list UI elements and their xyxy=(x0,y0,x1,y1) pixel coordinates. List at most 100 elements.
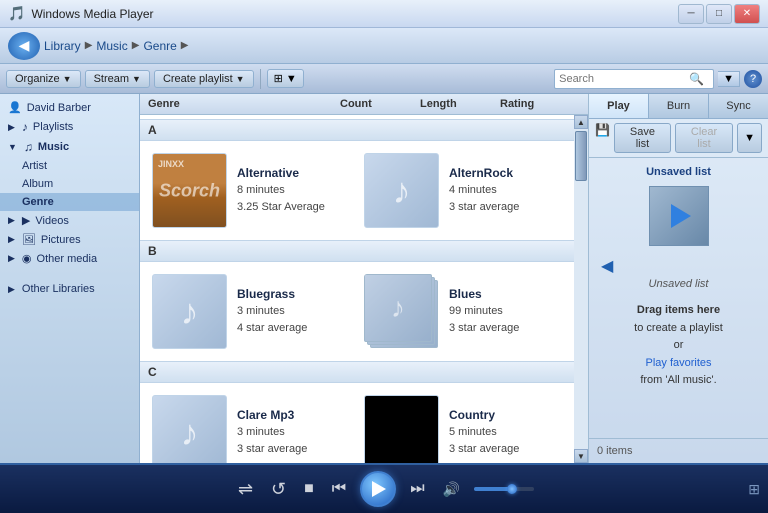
genre-duration-alternrock: 4 minutes xyxy=(449,182,556,199)
sidebar-item-artist[interactable]: Artist xyxy=(0,157,139,175)
section-A-grid: Scorch Alternative 8 minutes 3.25 Star A… xyxy=(140,141,574,240)
unsaved-list-section: Unsaved list ◀ Unsaved list Drag items h… xyxy=(589,158,768,438)
genre-item-blues[interactable]: ♪ Blues 99 minutes 3 star average xyxy=(360,270,560,353)
sidebar-item-other-media[interactable]: ▶ ◉ Other media xyxy=(0,249,139,268)
genre-item-claremp3[interactable]: ♪ Clare Mp3 3 minutes 3 star average xyxy=(148,391,348,463)
col-length: Length xyxy=(420,98,500,110)
shuffle-button[interactable]: ⇌ xyxy=(234,475,257,504)
grid-view-button[interactable]: ⊞ xyxy=(748,481,760,498)
genre-thumb-alternative: Scorch xyxy=(152,153,227,228)
sidebar-item-other-libraries[interactable]: ▶ Other Libraries xyxy=(0,280,139,298)
view-options-button[interactable]: ⊞ ▼ xyxy=(267,69,304,88)
music-expand-icon: ▼ xyxy=(8,142,17,152)
app-title: Windows Media Player xyxy=(31,7,678,21)
videos-label: Videos xyxy=(35,215,68,227)
play-button[interactable] xyxy=(360,471,396,507)
next-button[interactable]: ⏭ xyxy=(406,476,428,502)
scroll-down-arrow[interactable]: ▼ xyxy=(574,449,588,463)
genre-name-blues: Blues xyxy=(449,287,556,301)
sidebar-username: David Barber xyxy=(27,102,91,114)
genre-item-bluegrass[interactable]: ♪ Bluegrass 3 minutes 4 star average xyxy=(148,270,348,353)
content-header: Genre Count Length Rating xyxy=(140,94,588,115)
music-label: Music xyxy=(38,141,69,153)
organize-dropdown-icon: ▼ xyxy=(63,74,72,84)
close-button[interactable]: ✕ xyxy=(734,4,760,24)
panel-tabs: Play Burn Sync xyxy=(589,94,768,119)
volume-slider[interactable] xyxy=(474,487,534,491)
create-playlist-dropdown-icon: ▼ xyxy=(236,74,245,84)
genre-label: Genre xyxy=(22,196,54,208)
genre-name-alternrock: AlternRock xyxy=(449,166,556,180)
breadcrumb-arrow-1: ▶ xyxy=(85,40,93,51)
search-input[interactable] xyxy=(559,73,689,85)
section-A-label: A xyxy=(148,123,157,137)
genre-info-bluegrass: Bluegrass 3 minutes 4 star average xyxy=(237,287,344,336)
help-button[interactable]: ? xyxy=(744,70,762,88)
tab-play[interactable]: Play xyxy=(589,94,649,118)
save-list-button[interactable]: Save list xyxy=(614,123,671,153)
minimize-button[interactable]: ─ xyxy=(678,4,704,24)
panel-options-button[interactable]: ▼ xyxy=(737,123,762,153)
create-playlist-button[interactable]: Create playlist ▼ xyxy=(154,70,254,88)
repeat-button[interactable]: ↺ xyxy=(267,475,290,504)
search-dropdown-button[interactable]: ▼ xyxy=(718,71,740,87)
genre-item-alternrock[interactable]: ♪ AlternRock 4 minutes 3 star average xyxy=(360,149,560,232)
back-button[interactable]: ◀ xyxy=(8,32,40,60)
genre-rating-alternrock: 3 star average xyxy=(449,199,556,216)
stream-label: Stream xyxy=(94,73,129,85)
scroll-up-arrow[interactable]: ▲ xyxy=(574,115,588,129)
playlists-icon: ♪ xyxy=(22,120,28,134)
scroll-thumb[interactable] xyxy=(575,131,587,181)
search-icon: 🔍 xyxy=(689,72,704,86)
vertical-scrollbar: ▲ ▼ xyxy=(574,115,588,463)
music-note-icon-claremp3: ♪ xyxy=(181,412,199,454)
sidebar-section-main: 👤 David Barber ▶ ♪ Playlists ▼ ♫ Music A… xyxy=(0,94,139,272)
help-icon: ? xyxy=(750,73,756,85)
organize-button[interactable]: Organize ▼ xyxy=(6,70,81,88)
genre-list: A Scorch Alternative 8 minutes 3.25 Star… xyxy=(140,115,574,463)
genre-duration-bluegrass: 3 minutes xyxy=(237,303,344,320)
genre-thumb-claremp3: ♪ xyxy=(152,395,227,463)
panel-back-button[interactable]: ◀ xyxy=(597,254,617,278)
breadcrumb-music[interactable]: Music xyxy=(96,39,127,53)
music-note-icon-bluegrass: ♪ xyxy=(181,291,199,333)
genre-rating-claremp3: 3 star average xyxy=(237,441,344,458)
tab-sync[interactable]: Sync xyxy=(709,94,768,118)
drag-instruction-or: or xyxy=(634,337,723,355)
sidebar-item-genre[interactable]: Genre xyxy=(0,193,139,211)
artist-label: Artist xyxy=(22,160,47,172)
genre-item-country[interactable]: Country 5 minutes 3 star average xyxy=(360,391,560,463)
videos-expand-icon: ▶ xyxy=(8,215,15,226)
mute-button[interactable]: 🔊 xyxy=(439,477,464,502)
maximize-button[interactable]: □ xyxy=(706,4,732,24)
main-area: 👤 David Barber ▶ ♪ Playlists ▼ ♫ Music A… xyxy=(0,94,768,463)
genre-item-alternative[interactable]: Scorch Alternative 8 minutes 3.25 Star A… xyxy=(148,149,348,232)
genre-info-claremp3: Clare Mp3 3 minutes 3 star average xyxy=(237,408,344,457)
title-bar: 🎵 Windows Media Player ─ □ ✕ xyxy=(0,0,768,28)
genre-thumb-blues: ♪ xyxy=(364,274,439,349)
panel-bottom: 0 items xyxy=(589,438,768,463)
breadcrumb-genre[interactable]: Genre xyxy=(143,39,176,53)
sidebar-item-pictures[interactable]: ▶ 🖼 Pictures xyxy=(0,230,139,249)
playlists-label: Playlists xyxy=(33,121,73,133)
tab-burn[interactable]: Burn xyxy=(649,94,709,118)
playlists-expand-icon: ▶ xyxy=(8,122,15,133)
clear-list-button[interactable]: Clear list xyxy=(675,123,733,153)
play-favorites-link[interactable]: Play favorites xyxy=(634,355,723,373)
sidebar-item-videos[interactable]: ▶ ▶ Videos xyxy=(0,211,139,230)
genre-duration-alternative: 8 minutes xyxy=(237,182,344,199)
prev-button[interactable]: ⏮ xyxy=(328,476,350,502)
sidebar-item-playlists[interactable]: ▶ ♪ Playlists xyxy=(0,117,139,137)
genre-name-country: Country xyxy=(449,408,556,422)
drag-instruction: Drag items here to create a playlist or … xyxy=(634,302,723,390)
sidebar-item-album[interactable]: Album xyxy=(0,175,139,193)
sidebar-item-music[interactable]: ▼ ♫ Music xyxy=(0,137,139,157)
stream-button[interactable]: Stream ▼ xyxy=(85,70,150,88)
music-note-icon-alternrock: ♪ xyxy=(393,170,411,212)
sidebar-item-user[interactable]: 👤 David Barber xyxy=(0,98,139,117)
stop-button[interactable]: ■ xyxy=(300,476,318,502)
other-media-label: Other media xyxy=(37,253,98,265)
section-header-C: C xyxy=(140,361,574,383)
other-libraries-section: ▶ Other Libraries xyxy=(0,280,139,298)
breadcrumb-library[interactable]: Library xyxy=(44,39,81,53)
